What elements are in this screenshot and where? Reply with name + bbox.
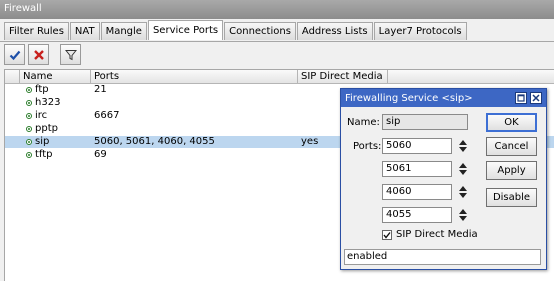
port-field-4[interactable]: 4055 xyxy=(382,207,452,223)
row-ports: 21 xyxy=(94,84,107,95)
enabled-icon xyxy=(26,152,32,158)
disable-button[interactable]: Disable xyxy=(486,188,537,207)
up-down-arrows-icon[interactable] xyxy=(458,139,468,153)
checkmark-icon xyxy=(383,232,391,239)
port-field-2[interactable]: 5061 xyxy=(382,161,452,177)
table-header-spacer xyxy=(5,70,20,83)
tab-mangle[interactable]: Mangle xyxy=(100,22,147,40)
row-name: tftp xyxy=(35,149,53,160)
enabled-icon xyxy=(26,139,32,145)
dialog-titlebar[interactable]: Firewalling Service <sip> xyxy=(341,89,546,107)
enable-button[interactable] xyxy=(4,44,25,65)
cancel-button[interactable]: Cancel xyxy=(486,137,537,156)
up-down-arrows-icon[interactable] xyxy=(458,162,468,176)
row-ports: 5060, 5061, 4060, 4055 xyxy=(94,136,215,147)
name-field[interactable]: sip xyxy=(382,114,468,130)
checkmark-icon xyxy=(9,50,20,60)
row-name: ftp xyxy=(35,84,49,95)
tab-bar: Filter Rules NAT Mangle Service Ports Co… xyxy=(4,20,468,41)
toolbar xyxy=(4,44,84,66)
firewall-window: Firewall Filter Rules NAT Mangle Service… xyxy=(0,0,554,281)
sip-direct-media-checkbox[interactable] xyxy=(382,230,392,240)
row-name: irc xyxy=(35,110,48,121)
enabled-icon xyxy=(26,113,32,119)
maximize-icon xyxy=(517,94,525,102)
row-name: sip xyxy=(35,136,50,147)
port-field-1[interactable]: 5060 xyxy=(382,138,452,154)
column-header-sip-direct-media[interactable]: SIP Direct Media xyxy=(298,70,388,83)
port-field-3[interactable]: 4060 xyxy=(382,184,452,200)
status-bar: enabled xyxy=(344,249,541,265)
filter-icon xyxy=(64,49,77,60)
filter-button[interactable] xyxy=(60,44,81,65)
column-header-ports[interactable]: Ports xyxy=(91,70,298,83)
close-icon xyxy=(532,94,540,102)
up-down-arrows-icon[interactable] xyxy=(458,208,468,222)
tab-layer7-protocols[interactable]: Layer7 Protocols xyxy=(373,22,467,40)
row-ports: 69 xyxy=(94,149,107,160)
dialog-close-button[interactable] xyxy=(530,92,542,104)
row-sip-direct-media: yes xyxy=(301,136,319,147)
tab-connections[interactable]: Connections xyxy=(224,22,296,40)
column-header-name[interactable]: Name xyxy=(20,70,91,83)
table-header: Name Ports SIP Direct Media xyxy=(5,70,554,84)
firewalling-service-dialog: Firewalling Service <sip> Name: sip Port… xyxy=(340,88,547,270)
ports-label: Ports: xyxy=(353,141,382,152)
sip-direct-media-label: SIP Direct Media xyxy=(396,229,478,240)
row-name: h323 xyxy=(35,97,61,108)
window-title: Firewall xyxy=(4,3,42,14)
tab-nat[interactable]: NAT xyxy=(69,22,100,40)
row-name: pptp xyxy=(35,123,58,134)
tab-divider xyxy=(0,41,554,42)
name-label: Name: xyxy=(347,117,380,128)
row-ports: 6667 xyxy=(94,110,120,121)
apply-button[interactable]: Apply xyxy=(486,161,537,180)
dialog-title: Firewalling Service <sip> xyxy=(345,93,473,104)
disable-button[interactable] xyxy=(28,44,49,65)
enabled-icon xyxy=(26,100,32,106)
tab-service-ports[interactable]: Service Ports xyxy=(147,20,224,40)
window-titlebar[interactable]: Firewall xyxy=(0,0,554,19)
up-down-arrows-icon[interactable] xyxy=(458,185,468,199)
close-icon xyxy=(33,49,44,60)
ok-button[interactable]: OK xyxy=(486,113,537,132)
maximize-button[interactable] xyxy=(515,92,527,104)
enabled-icon xyxy=(26,126,32,132)
enabled-icon xyxy=(26,87,32,93)
tab-address-lists[interactable]: Address Lists xyxy=(296,22,373,40)
tab-filter-rules[interactable]: Filter Rules xyxy=(4,22,69,40)
